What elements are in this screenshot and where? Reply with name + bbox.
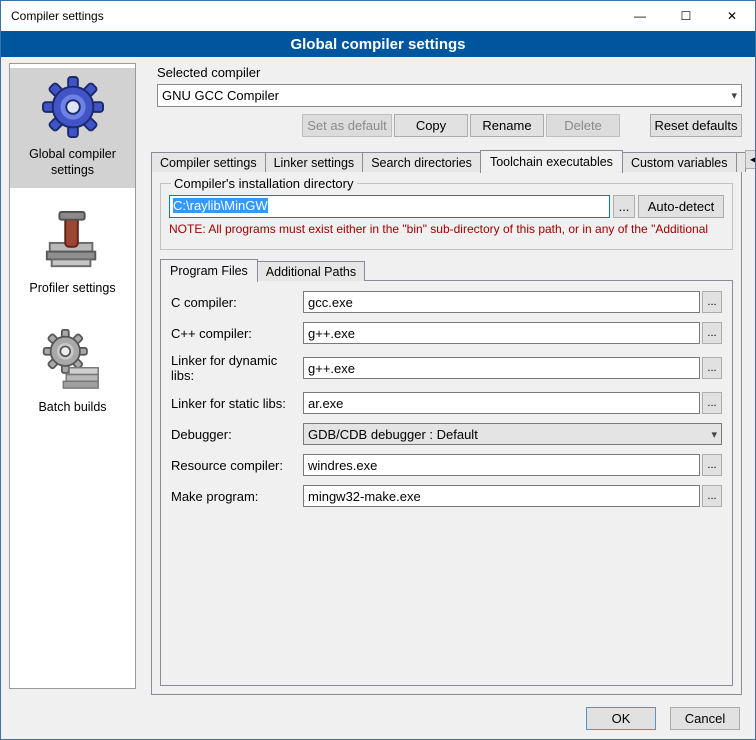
set-as-default-button[interactable]: Set as default (302, 114, 392, 137)
cpp-compiler-input[interactable] (303, 322, 700, 344)
debugger-value: GDB/CDB debugger : Default (308, 427, 705, 442)
install-dir-group-title: Compiler's installation directory (171, 176, 357, 191)
make-program-browse-button[interactable]: ... (702, 485, 722, 507)
tab-search-directories[interactable]: Search directories (362, 152, 481, 172)
delete-button[interactable]: Delete (546, 114, 620, 137)
install-dir-value: C:\raylib\MinGW (173, 198, 268, 213)
tab-program-files[interactable]: Program Files (160, 259, 258, 282)
note-text: NOTE: All programs must exist either in … (169, 222, 724, 236)
field-row: Linker for static libs: ... (171, 392, 722, 414)
rename-button[interactable]: Rename (470, 114, 544, 137)
c-compiler-input[interactable] (303, 291, 700, 313)
resource-compiler-browse-button[interactable]: ... (702, 454, 722, 476)
tab-scroll-left-button[interactable]: ◀ (745, 150, 756, 169)
install-dir-browse-button[interactable]: ... (613, 195, 635, 218)
field-row: Linker for dynamic libs: ... (171, 353, 722, 383)
c-compiler-label: C compiler: (171, 295, 303, 310)
field-row: Debugger: GDB/CDB debugger : Default ▾ (171, 423, 722, 445)
install-dir-row: C:\raylib\MinGW ... Auto-detect (169, 195, 724, 218)
compiler-settings-window: Compiler settings — ☐ ✕ Global compiler … (0, 0, 756, 740)
tab-compiler-settings[interactable]: Compiler settings (151, 152, 266, 172)
sidebar-item-label: Profiler settings (12, 281, 133, 297)
static-linker-label: Linker for static libs: (171, 396, 303, 411)
field-row: Make program: ... (171, 485, 722, 507)
settings-tabbar: Compiler settings Linker settings Search… (151, 150, 741, 172)
install-dir-group: Compiler's installation directory C:\ray… (160, 176, 733, 250)
resource-compiler-input[interactable] (303, 454, 700, 476)
selected-compiler-value: GNU GCC Compiler (162, 88, 725, 103)
tab-linker-settings[interactable]: Linker settings (265, 152, 364, 172)
debugger-label: Debugger: (171, 427, 303, 442)
dynamic-linker-input[interactable] (303, 357, 700, 379)
titlebar: Compiler settings — ☐ ✕ (1, 1, 755, 31)
dynamic-linker-browse-button[interactable]: ... (702, 357, 722, 379)
field-row: C++ compiler: ... (171, 322, 722, 344)
install-dir-input[interactable]: C:\raylib\MinGW (169, 195, 610, 218)
tab-toolchain-executables[interactable]: Toolchain executables (480, 150, 623, 173)
sidebar: Global compiler settings Profiler settin… (9, 63, 136, 689)
cpp-compiler-label: C++ compiler: (171, 326, 303, 341)
sidebar-item-label: Batch builds (12, 400, 133, 416)
chevron-down-icon: ▾ (705, 428, 717, 441)
compiler-actions: Set as default Copy Rename Delete Reset … (157, 114, 742, 137)
toolchain-panel: Compiler's installation directory C:\ray… (151, 171, 742, 695)
minimize-button[interactable]: — (617, 1, 663, 31)
sidebar-item-profiler-settings[interactable]: Profiler settings (10, 202, 135, 307)
profiler-tool-icon (42, 210, 104, 272)
sidebar-item-global-compiler-settings[interactable]: Global compiler settings (10, 68, 135, 188)
copy-button[interactable]: Copy (394, 114, 468, 137)
autodetect-button[interactable]: Auto-detect (638, 195, 724, 218)
sidebar-item-batch-builds[interactable]: Batch builds (10, 321, 135, 426)
maximize-button[interactable]: ☐ (663, 1, 709, 31)
window-controls: — ☐ ✕ (617, 1, 755, 31)
close-button[interactable]: ✕ (709, 1, 755, 31)
field-row: Resource compiler: ... (171, 454, 722, 476)
program-files-tabbar: Program Files Additional Paths (160, 260, 364, 281)
resource-compiler-label: Resource compiler: (171, 458, 303, 473)
cpp-compiler-browse-button[interactable]: ... (702, 322, 722, 344)
selected-compiler-label: Selected compiler (157, 65, 260, 80)
window-title: Compiler settings (1, 9, 104, 23)
debugger-dropdown[interactable]: GDB/CDB debugger : Default ▾ (303, 423, 722, 445)
cancel-button[interactable]: Cancel (670, 707, 740, 730)
static-linker-input[interactable] (303, 392, 700, 414)
c-compiler-browse-button[interactable]: ... (702, 291, 722, 313)
dynamic-linker-label: Linker for dynamic libs: (171, 353, 303, 383)
ok-button[interactable]: OK (586, 707, 656, 730)
reset-defaults-button[interactable]: Reset defaults (650, 114, 742, 137)
program-files-panel: C compiler: ... C++ compiler: ... Linker… (160, 280, 733, 686)
field-row: C compiler: ... (171, 291, 722, 313)
sidebar-item-label: Global compiler settings (12, 147, 133, 178)
page-title: Global compiler settings (1, 31, 755, 57)
make-program-input[interactable] (303, 485, 700, 507)
make-program-label: Make program: (171, 489, 303, 504)
tab-scroll-buttons: ◀ ▶ (745, 150, 756, 169)
tab-custom-variables[interactable]: Custom variables (622, 152, 737, 172)
tab-additional-paths[interactable]: Additional Paths (257, 261, 365, 281)
chevron-down-icon: ▾ (725, 89, 737, 102)
static-linker-browse-button[interactable]: ... (702, 392, 722, 414)
dialog-footer: OK Cancel (586, 707, 740, 730)
gear-blue-icon (42, 76, 104, 138)
gear-gray-icon (42, 329, 104, 391)
selected-compiler-dropdown[interactable]: GNU GCC Compiler ▾ (157, 84, 742, 107)
